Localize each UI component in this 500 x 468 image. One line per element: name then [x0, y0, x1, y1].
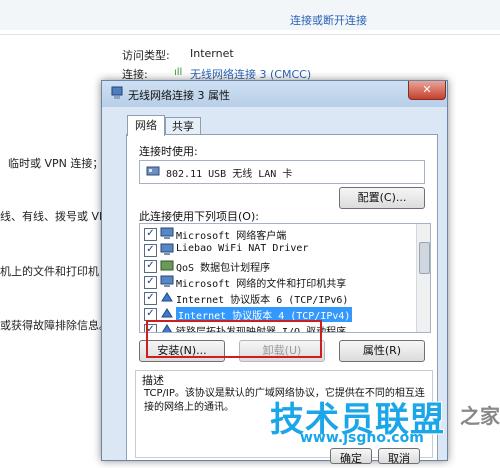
- ok-button[interactable]: 确定: [330, 448, 372, 465]
- driver-icon: [160, 243, 174, 255]
- connect-disconnect-link[interactable]: 连接或断开连接: [290, 12, 367, 28]
- list-scrollbar[interactable]: [416, 224, 430, 332]
- items-label: 此连接使用下列项目(O):: [139, 210, 259, 223]
- item-label: Microsoft 网络客户端: [176, 231, 287, 242]
- side-text-network: 线、有线、拨号或 VI: [0, 210, 103, 223]
- list-item[interactable]: ✓ Microsoft 网络客户端: [140, 226, 416, 242]
- highlight-box: [146, 320, 322, 358]
- tab-network[interactable]: 网络: [127, 115, 165, 136]
- connect-using-label: 连接时使用:: [139, 145, 198, 158]
- background-header: [0, 0, 500, 30]
- side-text-sharing: 机上的文件和打印机: [0, 265, 99, 278]
- configure-button[interactable]: 配置(C)...: [339, 187, 425, 209]
- close-button[interactable]: ✕: [408, 81, 446, 100]
- item-label: Internet 协议版本 6 (TCP/IPv6): [176, 295, 349, 306]
- item-label: Microsoft 网络的文件和打印机共享: [176, 279, 347, 290]
- item-label: Liebao WiFi NAT Driver: [176, 243, 309, 254]
- scrollbar-thumb[interactable]: [419, 242, 430, 274]
- description-title: 描述: [140, 372, 166, 388]
- signal-icon: ıll: [174, 67, 183, 78]
- network-adapter-icon: [111, 86, 123, 99]
- side-text-vpn: 临时或 VPN 连接；: [8, 157, 104, 170]
- checkbox[interactable]: ✓: [144, 244, 157, 257]
- protocol-icon: [161, 292, 173, 302]
- protocol-icon: [161, 308, 173, 318]
- adapter-icon: [146, 166, 160, 176]
- watermark-side: 之家: [460, 404, 500, 428]
- checkbox[interactable]: ✓: [144, 276, 157, 289]
- checkbox[interactable]: ✓: [144, 292, 157, 305]
- list-item[interactable]: ✓ QoS 数据包计划程序: [140, 258, 416, 274]
- adapter-field: 802.11 USB 无线 LAN 卡: [139, 160, 425, 184]
- checkbox[interactable]: ✓: [144, 260, 157, 273]
- qos-icon: [160, 260, 174, 271]
- list-item[interactable]: ✓ Internet 协议版本 6 (TCP/IPv6): [140, 290, 416, 306]
- side-text-troubleshoot: 或获得故障排除信息。: [0, 319, 110, 332]
- items-list: ✓ Microsoft 网络客户端 ✓ Liebao WiFi NAT Driv…: [139, 223, 431, 333]
- item-label: QoS 数据包计划程序: [176, 263, 271, 274]
- checkbox[interactable]: ✓: [144, 228, 157, 241]
- list-item[interactable]: ✓ Liebao WiFi NAT Driver: [140, 242, 416, 258]
- file-printer-sharing-icon: [160, 275, 174, 287]
- access-type-label: 访问类型:: [122, 49, 170, 62]
- adapter-name: 802.11 USB 无线 LAN 卡: [166, 169, 293, 180]
- watermark-url: www.jsgho.com: [300, 430, 424, 446]
- dialog-title: 无线网络连接 3 属性: [128, 89, 230, 102]
- properties-button[interactable]: 属性(R): [339, 340, 425, 362]
- client-icon: [160, 227, 174, 239]
- cancel-button[interactable]: 取消: [378, 448, 420, 465]
- access-type-value: Internet: [190, 47, 234, 60]
- divider: [0, 34, 500, 35]
- dialog-titlebar[interactable]: 无线网络连接 3 属性 ✕: [102, 81, 447, 107]
- list-item[interactable]: ✓ Microsoft 网络的文件和打印机共享: [140, 274, 416, 290]
